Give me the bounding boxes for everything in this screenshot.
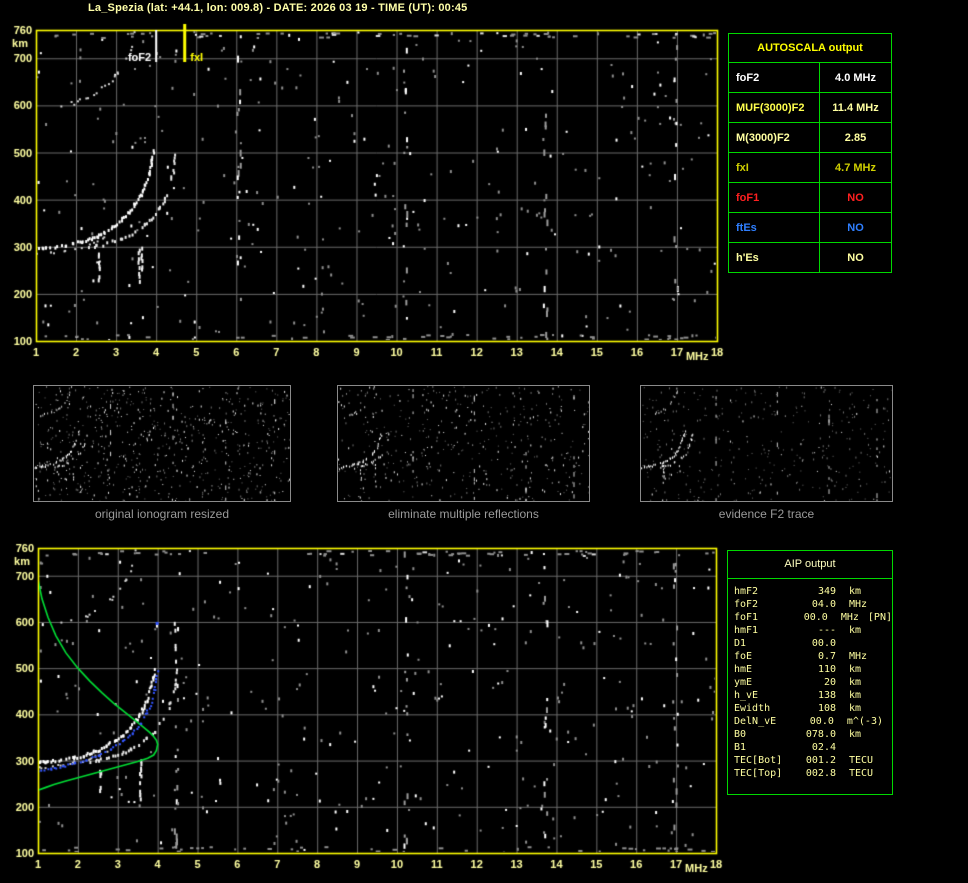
aip-name: B0 — [734, 729, 747, 740]
aip-value: 002.8 — [805, 768, 836, 779]
aip-name: hmE — [734, 664, 753, 675]
aip-value: 20 — [823, 677, 836, 688]
aip-value: 110 — [817, 664, 836, 675]
aip-row: B0 078.0 km — [734, 728, 892, 741]
thumbnail-eliminate-caption: eliminate multiple reflections — [388, 507, 539, 521]
autoscala-param: foF1 — [728, 182, 820, 213]
aip-unit: km — [849, 664, 862, 675]
station-title: La_Spezia (lat: +44.1, lon: 009.8) - DAT… — [88, 2, 468, 14]
thumbnail-evidence-caption: evidence F2 trace — [718, 507, 815, 521]
aip-name: D1 — [734, 638, 747, 649]
autoscala-param: ftEs — [728, 212, 820, 243]
aip-row: D1 00.0 — [734, 637, 892, 650]
aip-row: foF2 04.0 MHz — [734, 598, 892, 611]
aip-value: 00.0 — [803, 612, 828, 623]
autoscala-row: foF1 NO — [728, 182, 892, 213]
aip-row: TEC[Bot] 001.2 TECU — [734, 754, 892, 767]
aip-unit: km — [849, 677, 862, 688]
autoscala-param: M(3000)F2 — [728, 122, 820, 153]
aip-name: Ewidth — [734, 703, 771, 714]
aip-row: TEC[Top] 002.8 TECU — [734, 767, 892, 780]
aip-unit: km — [849, 703, 862, 714]
aip-row: foE 0.7 MHz — [734, 650, 892, 663]
aip-value: 0.7 — [817, 651, 836, 662]
autoscala-param: foF2 — [728, 62, 820, 93]
autoscala-value: 11.4 MHz — [819, 92, 892, 123]
autoscala-row: MUF(3000)F2 11.4 MHz — [728, 92, 892, 123]
thumbnail-original: original ionogram resized — [33, 385, 291, 521]
autoscala-param: MUF(3000)F2 — [728, 92, 820, 123]
aip-unit: MHz — [849, 651, 868, 662]
autoscala-row: ftEs NO — [728, 212, 892, 243]
aip-row: hmF2 349 km — [734, 585, 892, 598]
aip-unit: MHz — [840, 612, 859, 623]
aip-unit: MHz — [849, 599, 868, 610]
aip-row: hmE 110 km — [734, 663, 892, 676]
aip-name: ymE — [734, 677, 753, 688]
aip-value: 001.2 — [805, 755, 836, 766]
aip-row: DelN_vE 00.0 m^(-3) — [734, 715, 892, 728]
thumbnail-eliminate: eliminate multiple reflections — [337, 385, 590, 521]
autoscala-row: M(3000)F2 2.85 — [728, 122, 892, 153]
aip-value: 349 — [817, 586, 836, 597]
aip-unit: m^(-3) — [846, 716, 883, 727]
aip-output-table: AIP output hmF2 349 km foF2 04.0 MHz foF1 00.0 M… — [727, 550, 893, 795]
aip-name: foF2 — [734, 599, 759, 610]
aip-value: --- — [817, 625, 836, 636]
aip-name: h_vE — [734, 690, 759, 701]
aip-name: TEC[Top] — [734, 768, 783, 779]
aip-unit: km — [849, 625, 862, 636]
aip-name: hmF1 — [734, 625, 759, 636]
autoscala-value: 4.0 MHz — [819, 62, 892, 93]
thumbnail-evidence-canvas — [640, 385, 893, 502]
aip-row: Ewidth 108 km — [734, 702, 892, 715]
thumbnail-original-canvas — [33, 385, 291, 502]
aip-rows-container: hmF2 349 km foF2 04.0 MHz foF1 00.0 MHz [PN] hmF1 -… — [728, 579, 892, 780]
autoscala-param: fxI — [728, 152, 820, 183]
aip-value: 108 — [817, 703, 836, 714]
thumbnail-eliminate-canvas — [337, 385, 590, 502]
aip-unit: TECU — [849, 755, 874, 766]
aip-unit: km — [849, 586, 862, 597]
autoscala-output-table: AUTOSCALA output foF2 4.0 MHz MUF(3000)F2 1… — [728, 33, 892, 273]
autoscala-value: NO — [819, 182, 892, 213]
aip-value: 00.0 — [809, 716, 834, 727]
autoscala-value: 4.7 MHz — [819, 152, 892, 183]
aip-extra: [PN] — [867, 612, 892, 623]
aip-name: hmF2 — [734, 586, 759, 597]
thumbnail-evidence: evidence F2 trace — [640, 385, 893, 521]
bottom-ionogram-canvas — [0, 540, 725, 883]
autoscala-param: h'Es — [728, 242, 820, 273]
aip-value: 078.0 — [805, 729, 836, 740]
autoscala-value: NO — [819, 242, 892, 273]
aip-name: B1 — [734, 742, 747, 753]
aip-row: hmF1 --- km — [734, 624, 892, 637]
autoscala-row: h'Es NO — [728, 242, 892, 273]
autoscala-row: fxI 4.7 MHz — [728, 152, 892, 183]
autoscala-value: NO — [819, 212, 892, 243]
top-ionogram-canvas — [0, 22, 725, 370]
autoscala-row: foF2 4.0 MHz — [728, 62, 892, 93]
aip-unit: km — [849, 729, 862, 740]
aip-row: B1 02.4 — [734, 741, 892, 754]
aip-row: h_vE 138 km — [734, 689, 892, 702]
autoscala-value: 2.85 — [819, 122, 892, 153]
thumbnail-original-caption: original ionogram resized — [94, 507, 230, 521]
aip-name: foF1 — [734, 612, 759, 623]
aip-row: foF1 00.0 MHz [PN] — [734, 611, 892, 624]
aip-unit: km — [849, 690, 862, 701]
aip-value: 04.0 — [811, 599, 836, 610]
aip-name: foE — [734, 651, 753, 662]
aip-value: 00.0 — [811, 638, 836, 649]
aip-name: DelN_vE — [734, 716, 777, 727]
aip-value: 02.4 — [811, 742, 836, 753]
aip-table-header: AIP output — [784, 558, 836, 570]
autoscala-table-header: AUTOSCALA output — [728, 33, 892, 63]
aip-name: TEC[Bot] — [734, 755, 783, 766]
aip-value: 138 — [817, 690, 836, 701]
aip-unit: TECU — [849, 768, 874, 779]
aip-row: ymE 20 km — [734, 676, 892, 689]
